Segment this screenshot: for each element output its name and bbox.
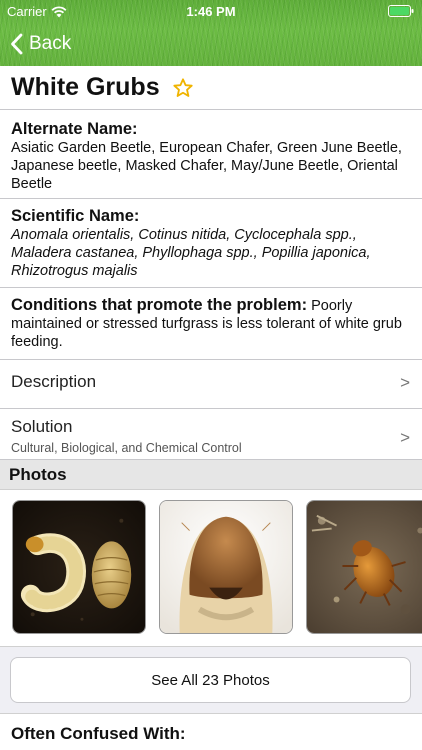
scientific-name-heading: Scientific Name: (11, 207, 140, 225)
status-bar: Carrier 1:46 PM (0, 0, 422, 22)
back-button[interactable]: Back (10, 32, 71, 56)
app-header: Carrier 1:46 PM Back (0, 0, 422, 66)
alternate-name-heading: Alternate Name: (11, 120, 138, 138)
solution-row[interactable]: Solution Cultural, Biological, and Chemi… (0, 409, 422, 460)
photo-thumbnail[interactable] (12, 500, 146, 634)
solution-subtitle: Cultural, Biological, and Chemical Contr… (11, 441, 242, 455)
page-title: White Grubs (11, 73, 160, 101)
battery-full-icon (388, 5, 414, 17)
conditions-section: Conditions that promote the problem: Poo… (0, 288, 422, 360)
photo-strip[interactable] (0, 490, 422, 646)
photos-section-header: Photos (0, 460, 422, 490)
see-all-photos-button[interactable]: See All 23 Photos (10, 657, 411, 703)
often-confused-heading: Often Confused With: (11, 724, 186, 743)
grub-and-pupa-image (13, 501, 145, 633)
grub-head-closeup-image (160, 501, 292, 633)
scientific-name-text: Anomala orientalis, Cotinus nitida, Cycl… (11, 227, 371, 279)
description-row[interactable]: Description > (0, 360, 422, 409)
status-time: 1:46 PM (186, 4, 236, 19)
solution-label: Solution (11, 417, 73, 436)
alternate-name-text: Asiatic Garden Beetle, European Chafer, … (11, 140, 402, 192)
scientific-name-section: Scientific Name: Anomala orientalis, Cot… (0, 199, 422, 288)
see-all-area: See All 23 Photos (0, 646, 422, 714)
conditions-heading: Conditions that promote the problem: (11, 296, 308, 314)
description-label: Description (11, 372, 97, 391)
chevron-right-icon: > (400, 428, 410, 447)
alternate-name-section: Alternate Name: Asiatic Garden Beetle, E… (0, 110, 422, 199)
photo-thumbnail[interactable] (306, 500, 422, 634)
star-outline-icon[interactable] (172, 77, 194, 99)
beetle-on-soil-image (307, 501, 422, 633)
chevron-left-icon (11, 33, 23, 55)
chevron-right-icon: > (400, 373, 410, 392)
title-row: White Grubs (0, 66, 422, 110)
photo-thumbnail[interactable] (159, 500, 293, 634)
back-label: Back (29, 33, 72, 54)
